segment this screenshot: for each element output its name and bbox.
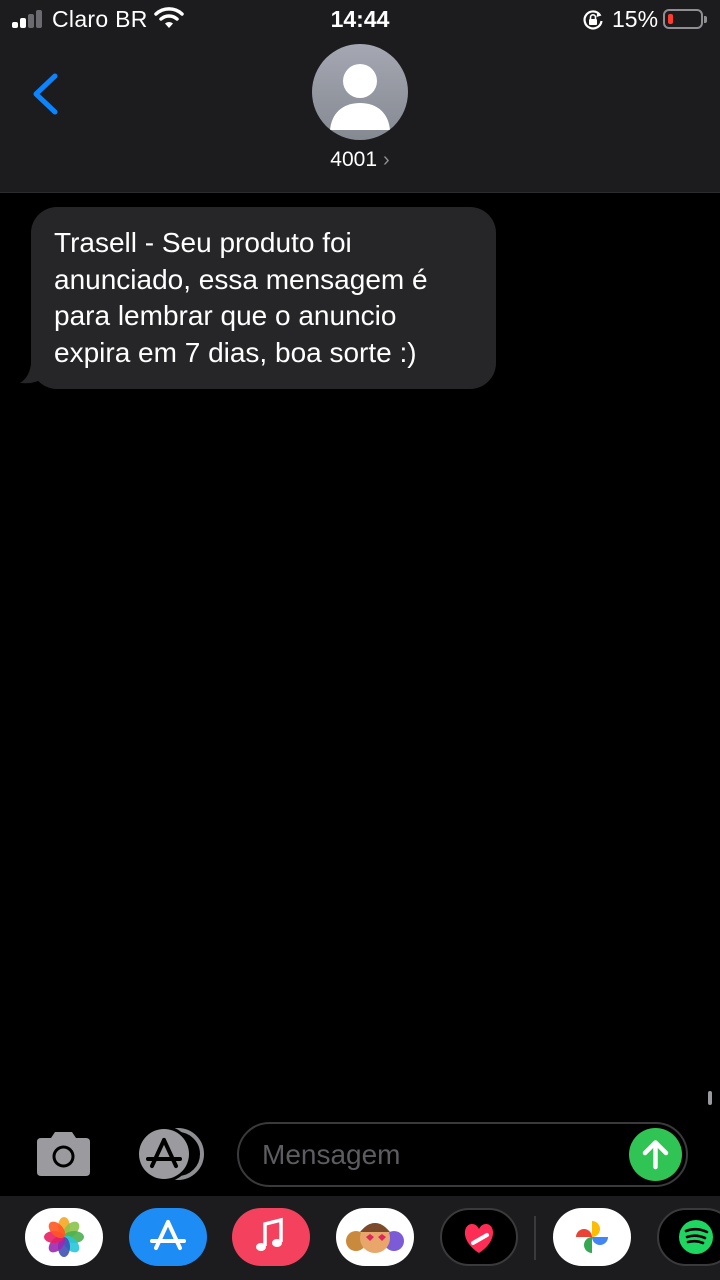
contact-name-button[interactable]: 4001 › [0, 148, 720, 172]
photos-icon[interactable] [25, 1208, 103, 1266]
orientation-lock-icon [583, 10, 603, 30]
drawer-divider [534, 1216, 536, 1260]
contact-name: 4001 [330, 148, 378, 171]
battery-icon [663, 9, 707, 29]
spotify-icon[interactable] [657, 1208, 720, 1266]
send-button[interactable] [629, 1128, 682, 1181]
music-icon[interactable] [232, 1208, 310, 1266]
app-store-icon[interactable] [134, 1128, 206, 1180]
back-chevron-icon[interactable] [28, 70, 68, 118]
memoji-icon[interactable] [336, 1208, 414, 1266]
battery-fill [668, 14, 673, 24]
message-line: Trasell - Seu produto foi [54, 227, 352, 258]
chevron-right-icon: › [383, 149, 390, 171]
scroll-indicator[interactable] [708, 1091, 712, 1105]
contact-avatar-icon[interactable] [312, 44, 408, 140]
google-photos-icon[interactable] [553, 1208, 631, 1266]
carrier-name: Claro BR [52, 6, 148, 32]
app-store-icon[interactable] [129, 1208, 207, 1266]
message-input[interactable] [237, 1122, 688, 1187]
message-line: expira em 7 dias, boa sorte :) [54, 336, 417, 368]
app-drawer [0, 1196, 720, 1280]
message-line: para lembrar que o anuncio [54, 300, 397, 331]
message-bubble[interactable]: Trasell - Seu produto foi anunciado, ess… [31, 207, 496, 389]
wifi-icon [154, 7, 184, 28]
conversation-header: 4001 › [0, 40, 720, 193]
message-line: anunciado, essa mensagem é [54, 263, 428, 295]
battery-percent: 15% [612, 6, 659, 32]
send-arrow-icon [642, 1140, 669, 1170]
status-bar: Claro BR 14:44 15% [0, 0, 720, 40]
camera-icon[interactable] [33, 1131, 94, 1177]
digital-touch-icon[interactable] [440, 1208, 518, 1266]
signal-icon [12, 10, 46, 28]
